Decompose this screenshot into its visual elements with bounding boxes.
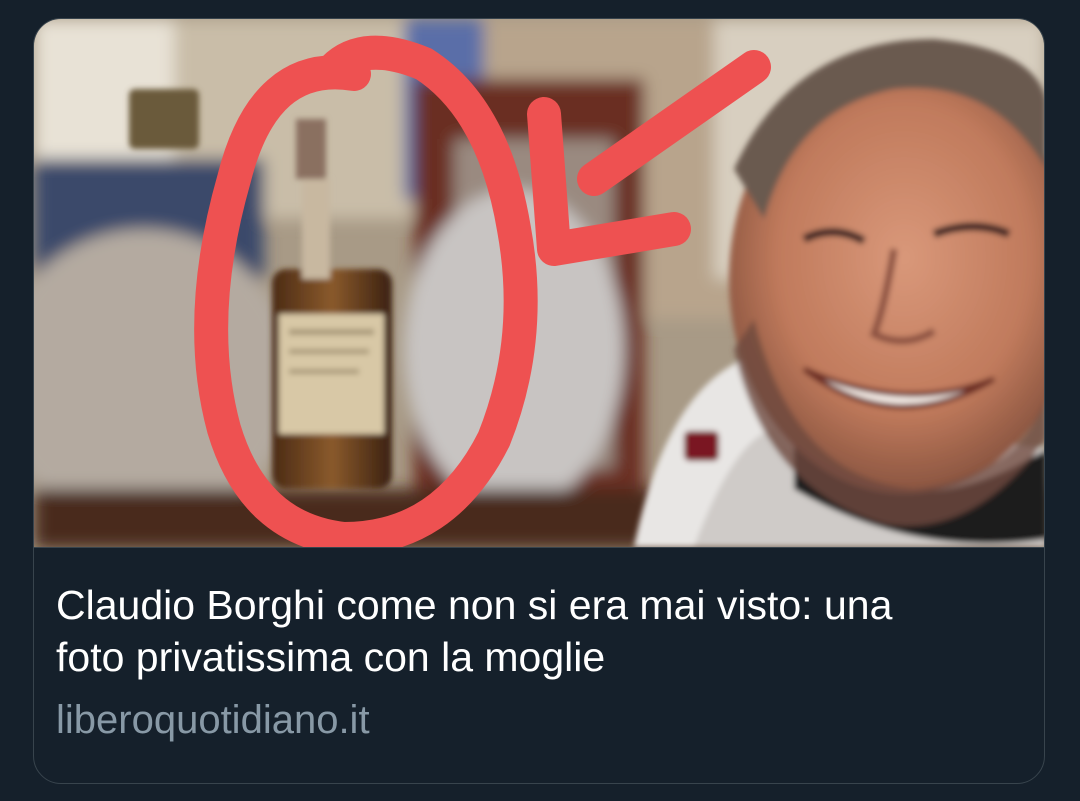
article-thumbnail[interactable] bbox=[34, 19, 1044, 548]
article-domain: liberoquotidiano.it bbox=[56, 698, 370, 742]
link-meta: Claudio Borghi come non si era mai visto… bbox=[56, 579, 1016, 745]
article-title[interactable]: Claudio Borghi come non si era mai visto… bbox=[56, 579, 956, 683]
photo-with-annotation bbox=[34, 19, 1044, 547]
link-preview-card[interactable]: Claudio Borghi come non si era mai visto… bbox=[33, 18, 1045, 784]
